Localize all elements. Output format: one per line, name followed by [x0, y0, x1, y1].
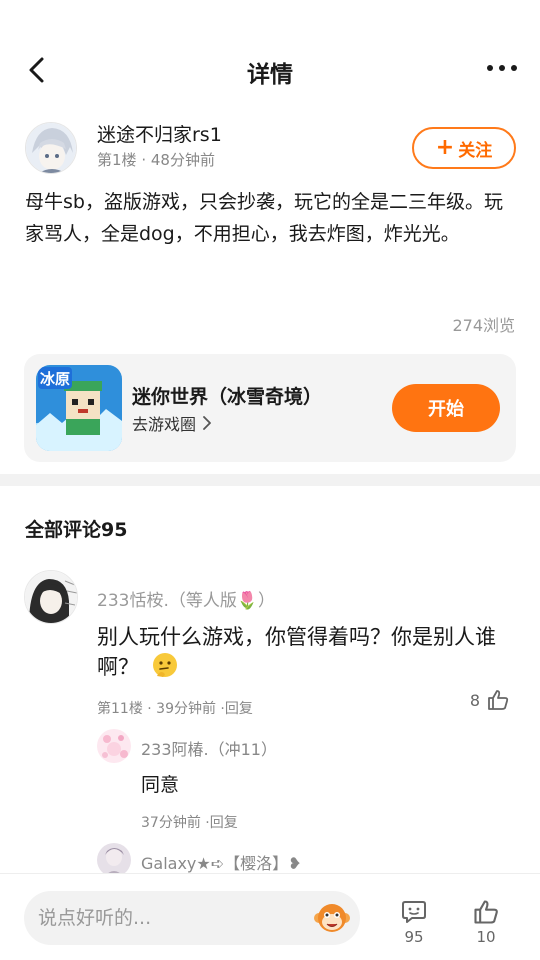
reply-author-name[interactable]: Galaxy★➪【樱洛】❥ — [141, 850, 302, 874]
view-count: 274浏览 — [452, 316, 515, 335]
like-action[interactable]: 10 — [462, 898, 510, 946]
reply-avatar[interactable] — [97, 843, 131, 877]
chevron-left-icon — [29, 57, 44, 83]
reply-avatar[interactable] — [97, 729, 131, 763]
author-avatar[interactable] — [25, 122, 77, 174]
game-circle-link[interactable]: 去游戏圈 — [132, 411, 211, 435]
back-button[interactable] — [20, 52, 52, 88]
meta-separator: · — [141, 151, 147, 169]
chevron-right-icon — [203, 416, 211, 430]
game-title: 迷你世界（冰雪奇境） — [132, 386, 323, 408]
game-icon: 冰原 — [36, 365, 122, 451]
emoji-button[interactable] — [312, 898, 352, 938]
thumbs-up-icon — [474, 900, 498, 924]
thinking-emoji-icon — [152, 653, 177, 677]
comment-like-button[interactable]: 8 — [470, 688, 510, 712]
reply-author-name[interactable]: 233阿椿.（冲11） — [141, 736, 277, 760]
like-count: 10 — [476, 928, 496, 946]
reply-text: 同意 — [141, 774, 180, 796]
comment-input[interactable] — [24, 891, 360, 945]
commenter-name[interactable]: 233恬桉.（等人版🌷） — [97, 586, 275, 611]
comment-meta[interactable]: 第11楼 · 39分钟前 ·回复 — [97, 698, 253, 718]
post-meta: 第1楼 · 48分钟前 — [97, 149, 215, 170]
post-floor: 第1楼 — [97, 151, 137, 169]
page-title: 详情 — [247, 62, 293, 88]
post-time: 48分钟前 — [150, 151, 215, 169]
comments-header: 全部评论95 — [25, 519, 128, 541]
section-divider — [0, 474, 540, 486]
reply-meta[interactable]: 37分钟前 ·回复 — [141, 812, 238, 832]
comment-count: 95 — [404, 928, 424, 946]
game-circle-label: 去游戏圈 — [132, 415, 197, 434]
commenter-avatar[interactable] — [24, 570, 78, 624]
follow-label: 关注 — [458, 140, 493, 161]
bottom-bar: 95 10 — [0, 873, 540, 960]
more-dots-icon — [487, 65, 493, 71]
plus-icon: + — [435, 135, 455, 160]
game-icon-text: 冰原 — [40, 370, 70, 388]
comment-icon — [402, 901, 426, 923]
follow-button[interactable]: + 关注 — [412, 127, 516, 169]
comment-like-count: 8 — [469, 690, 480, 710]
monkey-emoji-icon — [314, 904, 350, 932]
start-game-button[interactable]: 开始 — [392, 384, 500, 432]
thumbs-up-icon — [488, 690, 509, 710]
comment-text: 别人玩什么游戏，你管得着吗？你是别人谁啊？ — [97, 622, 497, 682]
comments-action[interactable]: 95 — [390, 898, 438, 946]
post-content: 母牛sb，盗版游戏，只会抄袭，玩它的全是二三年级。玩家骂人，全是dog，不用担心… — [25, 191, 503, 245]
top-bar: 详情 — [0, 0, 540, 120]
more-options-button[interactable] — [482, 54, 522, 82]
game-card[interactable]: 冰原 迷你世界（冰雪奇境） 去游戏圈 开始 — [24, 354, 516, 462]
author-name[interactable]: 迷途不归家rs1 — [97, 120, 222, 147]
